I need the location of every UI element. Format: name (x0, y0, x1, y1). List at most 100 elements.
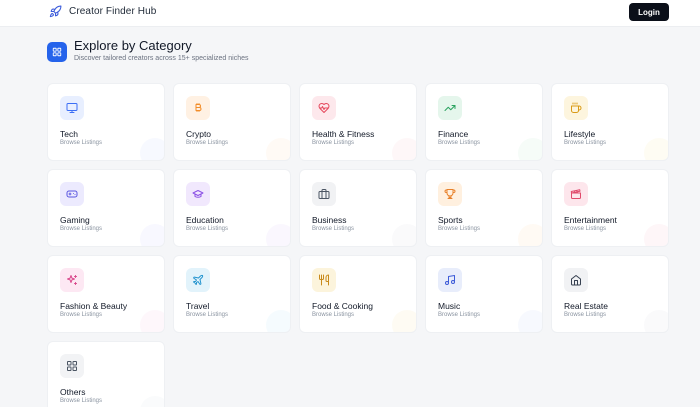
category-label: Tech (60, 129, 78, 139)
category-icon-box (564, 182, 588, 206)
category-icon-box (438, 182, 462, 206)
category-card-travel[interactable]: Travel Browse Listings (173, 255, 291, 333)
category-card-lifestyle[interactable]: Lifestyle Browse Listings (551, 83, 669, 161)
trending-up-icon (444, 105, 456, 111)
category-label: Travel (186, 301, 210, 311)
rocket-icon (49, 5, 62, 18)
category-card-sports[interactable]: Sports Browse Listings (425, 169, 543, 247)
category-sub: Browse Listings (312, 312, 355, 318)
section-subtitle: Discover tailored creators across 15+ sp… (74, 55, 249, 62)
grid-icon (52, 47, 62, 56)
category-card-tech[interactable]: Tech Browse Listings (47, 83, 165, 161)
category-label: Health & Fitness (312, 129, 375, 139)
category-card-health-fitness[interactable]: Health & Fitness Browse Listings (299, 83, 417, 161)
decorative-blob (266, 310, 290, 332)
decorative-blob (644, 138, 668, 160)
category-sub: Browse Listings (186, 140, 229, 146)
category-card-others[interactable]: Others Browse Listings (47, 341, 165, 407)
plane-icon (193, 274, 204, 285)
category-card-real-estate[interactable]: Real Estate Browse Listings (551, 255, 669, 333)
clapperboard-icon (570, 189, 581, 199)
category-icon-box (312, 182, 336, 206)
category-icon-box (186, 268, 210, 292)
grid-icon (67, 361, 77, 371)
category-icon-box (312, 96, 336, 120)
gamepad-icon (66, 190, 78, 198)
decorative-blob (518, 138, 542, 160)
home-icon (571, 275, 581, 286)
top-navbar: Creator Finder Hub Login (0, 0, 700, 27)
category-label: Music (438, 301, 461, 311)
category-label: Fashion & Beauty (60, 301, 128, 311)
decorative-blob (140, 396, 164, 407)
category-label: Others (60, 387, 86, 397)
decorative-blob (392, 224, 416, 246)
category-sub: Browse Listings (186, 226, 229, 232)
category-label: Education (186, 215, 224, 225)
decorative-blob (392, 310, 416, 332)
category-card-fashion-beauty[interactable]: Fashion & Beauty Browse Listings (47, 255, 165, 333)
category-card-music[interactable]: Music Browse Listings (425, 255, 543, 333)
music-note-icon (445, 275, 455, 285)
decorative-blob (518, 224, 542, 246)
section-header: Explore by Category Discover tailored cr… (47, 39, 249, 64)
decorative-blob (140, 224, 164, 246)
section-badge (47, 41, 67, 62)
category-label: Sports (438, 215, 463, 225)
category-icon-box (564, 268, 588, 292)
category-icon-box (60, 182, 84, 206)
category-sub: Browse Listings (564, 226, 607, 232)
decorative-blob (644, 310, 668, 332)
category-sub: Browse Listings (438, 312, 481, 318)
category-icon-box (60, 268, 84, 292)
category-label: Lifestyle (564, 129, 596, 139)
category-sub: Browse Listings (564, 312, 607, 318)
category-icon-box (312, 268, 336, 292)
bitcoin-icon (195, 103, 202, 112)
category-card-gaming[interactable]: Gaming Browse Listings (47, 169, 165, 247)
login-button[interactable]: Login (629, 3, 669, 21)
category-sub: Browse Listings (438, 140, 481, 146)
category-label: Food & Cooking (312, 301, 373, 311)
briefcase-icon (318, 189, 330, 199)
category-card-food-cooking[interactable]: Food & Cooking Browse Listings (299, 255, 417, 333)
category-sub: Browse Listings (438, 226, 481, 232)
category-card-finance[interactable]: Finance Browse Listings (425, 83, 543, 161)
category-card-education[interactable]: Education Browse Listings (173, 169, 291, 247)
category-sub: Browse Listings (312, 140, 355, 146)
decorative-blob (266, 138, 290, 160)
category-card-crypto[interactable]: Crypto Browse Listings (173, 83, 291, 161)
category-label: Finance (438, 129, 469, 139)
category-card-business[interactable]: Business Browse Listings (299, 169, 417, 247)
category-icon-box (60, 354, 84, 378)
category-icon-box (186, 182, 210, 206)
monitor-icon (66, 103, 78, 113)
category-icon-box (438, 268, 462, 292)
category-icon-box (438, 96, 462, 120)
category-sub: Browse Listings (186, 312, 229, 318)
section-title: Explore by Category (74, 38, 192, 53)
brand-link[interactable]: Creator Finder Hub (49, 5, 156, 18)
trophy-icon (444, 189, 456, 199)
category-icon-box (60, 96, 84, 120)
category-sub: Browse Listings (564, 140, 607, 146)
category-grid: Tech Browse Listings Crypto Browse Listi… (47, 83, 669, 407)
decorative-blob (644, 224, 668, 246)
decorative-blob (392, 138, 416, 160)
category-label: Crypto (186, 129, 212, 139)
category-card-entertainment[interactable]: Entertainment Browse Listings (551, 169, 669, 247)
category-label: Real Estate (564, 301, 608, 311)
decorative-blob (518, 310, 542, 332)
category-label: Gaming (60, 215, 90, 225)
category-label: Business (312, 215, 347, 225)
coffee-icon (571, 102, 582, 113)
category-sub: Browse Listings (60, 140, 103, 146)
category-sub: Browse Listings (312, 226, 355, 232)
graduation-cap-icon (192, 190, 204, 198)
category-icon-box (186, 96, 210, 120)
heart-pulse-icon (318, 103, 330, 113)
brand-name: Creator Finder Hub (69, 6, 157, 17)
category-label: Entertainment (564, 215, 617, 225)
utensils-icon (319, 274, 329, 286)
sparkles-icon (67, 275, 77, 285)
